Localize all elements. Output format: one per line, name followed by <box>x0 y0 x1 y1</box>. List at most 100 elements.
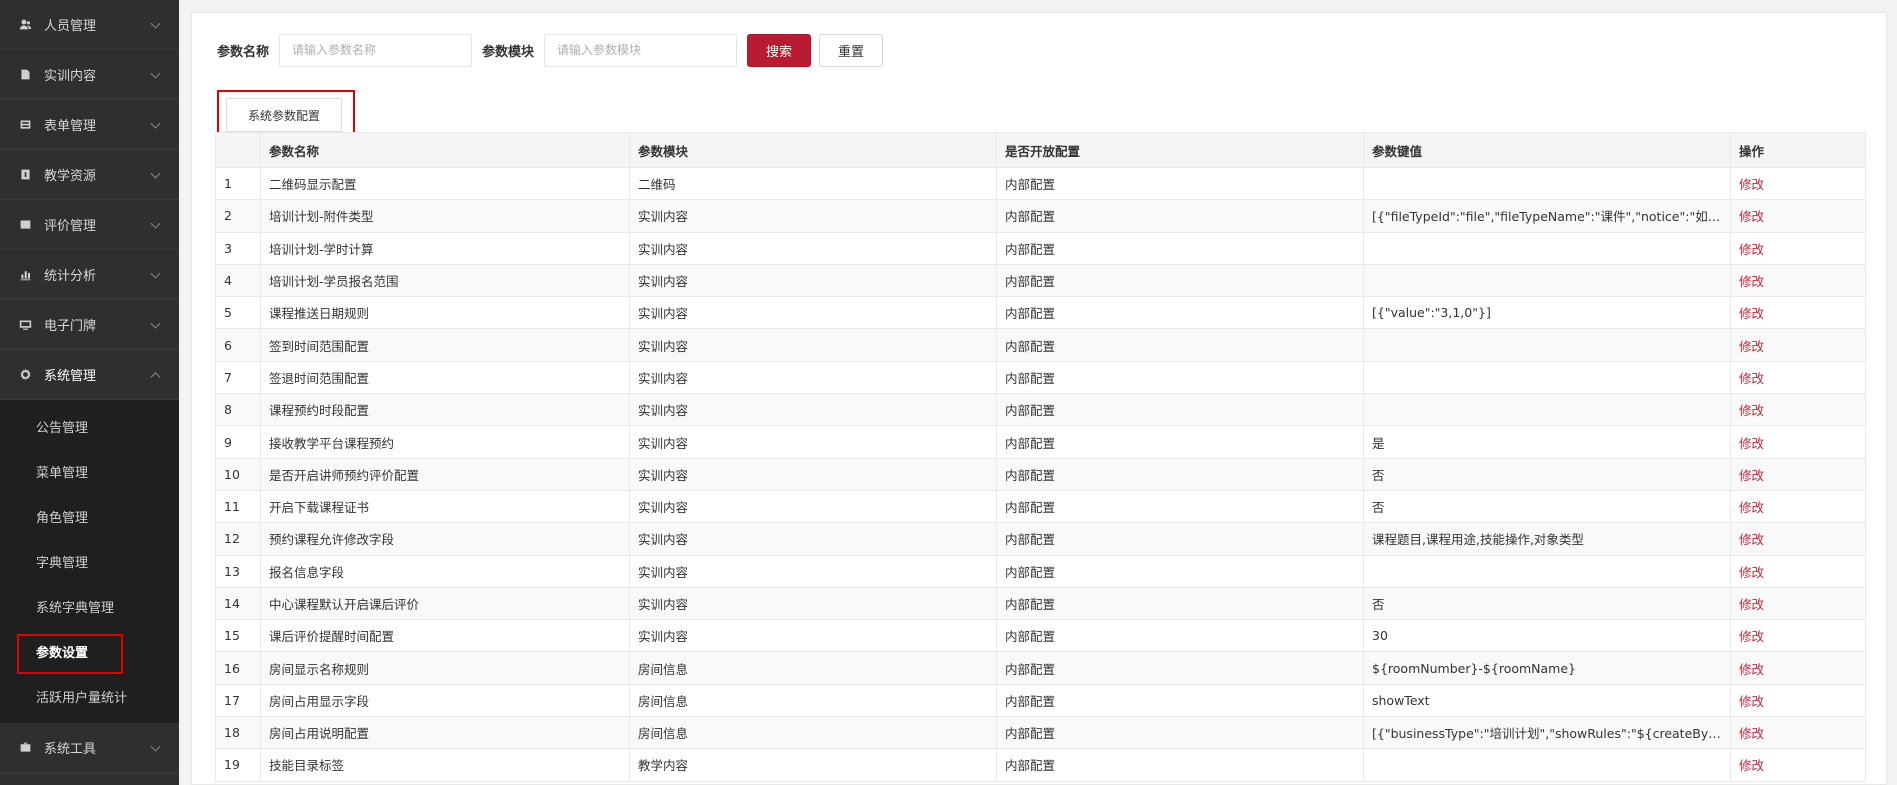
cell-module: 实训内容 <box>629 231 997 265</box>
edit-link[interactable]: 修改 <box>1739 306 1764 321</box>
table-row: 9 接收教学平台课程预约 实训内容 内部配置是修改 <box>215 425 1866 459</box>
resource-icon <box>18 168 32 182</box>
column-header: 参数模块 <box>629 132 997 168</box>
edit-link[interactable]: 修改 <box>1739 274 1764 289</box>
cell-no: 15 <box>215 619 261 653</box>
reset-button[interactable]: 重置 <box>819 33 884 67</box>
submenu-item-5[interactable]: 参数设置 <box>0 629 179 674</box>
cell-value <box>1363 231 1731 265</box>
cell-value: 否 <box>1363 489 1731 524</box>
param-name-input[interactable] <box>279 33 473 67</box>
table-row: 8 课程预约时段配置 实训内容 内部配置 修改 <box>215 393 1866 427</box>
sidebar-item-0[interactable]: 人员管理 <box>0 0 179 50</box>
submenu-item-6[interactable]: 活跃用户量统计 <box>0 674 179 719</box>
table-row: 6 签到时间范围配置 实训内容 内部配置 修改 <box>215 328 1866 362</box>
cell-no: 17 <box>215 683 261 718</box>
cell-name: 培训计划-附件类型 <box>260 199 630 233</box>
edit-link[interactable]: 修改 <box>1739 177 1764 192</box>
cell-open: 内部配置 <box>996 231 1364 265</box>
cell-no: 14 <box>215 586 261 621</box>
cell-module: 实训内容 <box>629 554 997 588</box>
sidebar-item-2[interactable]: 表单管理 <box>0 100 179 150</box>
edit-link[interactable]: 修改 <box>1739 694 1764 709</box>
sidebar-item-3[interactable]: 教学资源 <box>0 150 179 200</box>
submenu-item-4[interactable]: 系统字典管理 <box>0 584 179 629</box>
edit-link[interactable]: 修改 <box>1739 468 1764 483</box>
table-row: 12 预约课程允许修改字段 实训内容 内部配置 课程题目,课程用途,技能操作,对象类型修… <box>215 522 1866 556</box>
cell-name: 中心课程默认开启课后评价 <box>260 586 630 621</box>
edit-link[interactable]: 修改 <box>1739 565 1764 580</box>
cell-no: 16 <box>215 651 261 685</box>
sidebar-item-label: 系统工具 <box>44 742 97 757</box>
edit-link[interactable]: 修改 <box>1739 500 1764 515</box>
cell-action: 修改 <box>1730 231 1866 265</box>
cell-open: 内部配置 <box>996 328 1364 362</box>
cell-open: 内部配置 <box>996 748 1364 782</box>
cell-action: 修改 <box>1730 393 1866 427</box>
cell-action: 修改 <box>1730 360 1866 395</box>
table-row: 17 房间占用显示字段 房间信息 内部配置 showText 修改 <box>215 683 1866 718</box>
cell-value: 是 <box>1363 425 1731 459</box>
chevron-down-icon <box>150 18 161 29</box>
cell-name: 培训计划-学时计算 <box>260 231 630 265</box>
edit-link[interactable]: 修改 <box>1739 436 1764 451</box>
edit-link[interactable]: 修改 <box>1739 726 1764 741</box>
sidebar-item-label: 系统管理 <box>44 369 97 384</box>
sidebar-item-4[interactable]: 评价管理 <box>0 200 179 250</box>
cell-value: [{"businessType":"培训计划","showRules":"${c… <box>1363 716 1731 750</box>
submenu-item-3[interactable]: 字典管理 <box>0 539 179 584</box>
cell-module: 实训内容 <box>629 522 997 556</box>
cell-open: 内部配置 <box>996 522 1364 556</box>
cell-open: 内部配置 <box>996 393 1364 427</box>
book-icon <box>18 68 32 82</box>
cell-no: 5 <box>215 296 261 330</box>
sidebar-item-5[interactable]: 统计分析 <box>0 250 179 300</box>
sidebar-item-1[interactable]: 实训内容 <box>0 50 179 100</box>
system-config-button[interactable]: 系统参数配置 <box>226 98 342 132</box>
user-icon <box>18 18 32 32</box>
edit-link[interactable]: 修改 <box>1739 242 1764 257</box>
cell-no: 18 <box>215 716 261 750</box>
cell-name: 预约课程允许修改字段 <box>260 522 630 556</box>
edit-link[interactable]: 修改 <box>1739 758 1764 773</box>
edit-link[interactable]: 修改 <box>1739 371 1764 386</box>
edit-link[interactable]: 修改 <box>1739 662 1764 677</box>
table-row: 16 房间显示名称规则 房间信息 内部配置 ${roomNumber}-${roomNa… <box>215 651 1866 685</box>
gear-icon <box>18 368 32 382</box>
cell-action: 修改 <box>1730 554 1866 588</box>
table-row: 19 技能目录标签 教学内容 内部配置 修改 <box>215 748 1866 782</box>
cell-module: 房间信息 <box>629 651 997 685</box>
submenu-item-1[interactable]: 菜单管理 <box>0 449 179 494</box>
cell-action: 修改 <box>1730 166 1866 201</box>
sidebar-item-7[interactable]: 系统管理 <box>0 350 179 400</box>
cell-open: 内部配置 <box>996 263 1364 298</box>
chevron-down-icon <box>150 318 161 329</box>
param-module-input[interactable] <box>544 33 738 67</box>
edit-link[interactable]: 修改 <box>1739 403 1764 418</box>
edit-link[interactable]: 修改 <box>1739 209 1764 224</box>
edit-link[interactable]: 修改 <box>1739 597 1764 612</box>
cell-name: 培训计划-学员报名范围 <box>260 263 630 298</box>
edit-link[interactable]: 修改 <box>1739 629 1764 644</box>
table-row: 10 是否开启讲师预约评价配置 实训内容 内部配置否修改 <box>215 457 1866 491</box>
cell-name: 课程预约时段配置 <box>260 393 630 427</box>
cell-module: 实训内容 <box>629 296 997 330</box>
cell-module: 实训内容 <box>629 360 997 395</box>
chevron-down-icon <box>150 741 161 752</box>
cell-no: 19 <box>215 748 261 782</box>
search-button[interactable]: 搜索 <box>747 33 812 67</box>
sidebar-item-tools[interactable]: 系统工具 <box>0 723 179 773</box>
submenu-item-2[interactable]: 角色管理 <box>0 494 179 539</box>
cell-no: 10 <box>215 457 261 491</box>
cell-name: 报名信息字段 <box>260 554 630 588</box>
submenu-item-0[interactable]: 公告管理 <box>0 404 179 449</box>
cell-name: 课程推送日期规则 <box>260 296 630 330</box>
cell-no: 13 <box>215 554 261 588</box>
cell-value: 否 <box>1363 457 1731 491</box>
cell-name: 接收教学平台课程预约 <box>260 425 630 459</box>
sidebar-item-label: 评价管理 <box>44 219 97 234</box>
sidebar-item-label: 教学资源 <box>44 169 97 184</box>
edit-link[interactable]: 修改 <box>1739 532 1764 547</box>
edit-link[interactable]: 修改 <box>1739 339 1764 354</box>
sidebar-item-6[interactable]: 电子门牌 <box>0 300 179 350</box>
